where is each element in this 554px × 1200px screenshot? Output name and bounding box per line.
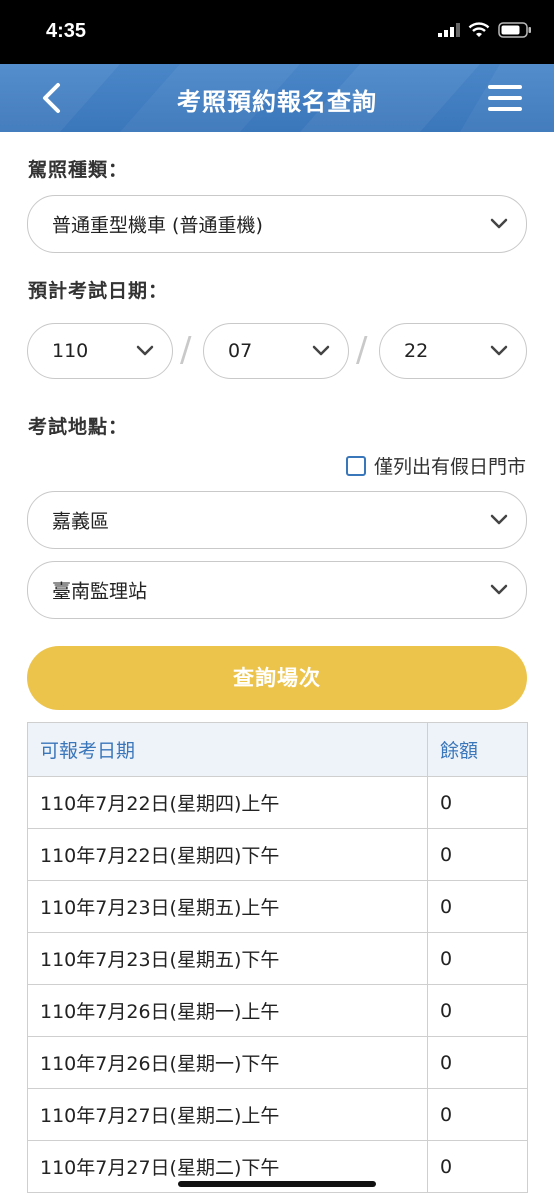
license-type-value: 普通重型機車 (普通重機) <box>52 214 263 237</box>
station-select[interactable]: 臺南監理站 <box>27 561 527 619</box>
checkbox-icon[interactable] <box>345 455 366 476</box>
table-row: 110年7月23日(星期五)上午 0 <box>27 880 528 933</box>
station-value: 臺南監理站 <box>52 580 148 603</box>
chevron-down-icon <box>136 345 154 356</box>
wifi-icon <box>468 22 490 37</box>
chevron-down-icon <box>490 218 508 229</box>
navigation-bar: 考照預約報名查詢 <box>0 64 554 132</box>
hamburger-menu-icon <box>488 85 522 111</box>
status-icons <box>438 22 532 38</box>
session-date: 110年7月26日(星期一)下午 <box>27 1036 428 1089</box>
session-quota: 0 <box>427 776 528 829</box>
session-date: 110年7月22日(星期四)上午 <box>27 776 428 829</box>
table-row: 110年7月27日(星期二)上午 0 <box>27 1088 528 1141</box>
page-title: 考照預約報名查詢 <box>177 88 377 116</box>
session-quota: 0 <box>427 1036 528 1089</box>
exam-location-label: 考試地點： <box>28 416 129 438</box>
status-bar: 4:35 <box>0 0 554 64</box>
session-date: 110年7月26日(星期一)上午 <box>27 984 428 1037</box>
exam-day-value: 22 <box>404 340 429 362</box>
license-type-select[interactable]: 普通重型機車 (普通重機) <box>27 195 527 253</box>
chevron-down-icon <box>490 345 508 356</box>
table-row: 110年7月26日(星期一)上午 0 <box>27 984 528 1037</box>
column-header-date: 可報考日期 <box>27 722 428 777</box>
session-quota: 0 <box>427 984 528 1037</box>
session-date: 110年7月27日(星期二)上午 <box>27 1088 428 1141</box>
table-row: 110年7月26日(星期一)下午 0 <box>27 1036 528 1089</box>
table-row: 110年7月23日(星期五)下午 0 <box>27 932 528 985</box>
search-sessions-button[interactable]: 查詢場次 <box>27 646 527 710</box>
exam-year-select[interactable]: 110 <box>27 323 173 379</box>
license-type-label: 駕照種類： <box>28 159 129 181</box>
date-separator: / <box>356 330 368 370</box>
table-row: 110年7月22日(星期四)上午 0 <box>27 776 528 829</box>
table-row: 110年7月22日(星期四)下午 0 <box>27 828 528 881</box>
exam-month-value: 07 <box>228 340 253 362</box>
status-time: 4:35 <box>46 20 87 42</box>
chevron-down-icon <box>490 514 508 525</box>
holiday-only-toggle[interactable]: 僅列出有假日門市 <box>345 452 526 479</box>
chevron-down-icon <box>490 584 508 595</box>
signal-icon <box>438 23 460 37</box>
exam-date-label: 預計考試日期： <box>28 280 169 302</box>
menu-button[interactable] <box>486 82 526 114</box>
battery-icon <box>498 22 531 38</box>
holiday-only-label: 僅列出有假日門市 <box>373 456 526 478</box>
home-indicator[interactable] <box>178 1181 376 1187</box>
session-quota: 0 <box>427 1140 528 1193</box>
session-quota: 0 <box>427 932 528 985</box>
session-quota: 0 <box>427 828 528 881</box>
session-date: 110年7月23日(星期五)下午 <box>27 932 428 985</box>
session-quota: 0 <box>427 1088 528 1141</box>
district-select[interactable]: 嘉義區 <box>27 491 527 549</box>
district-value: 嘉義區 <box>52 510 110 533</box>
session-date: 110年7月22日(星期四)下午 <box>27 828 428 881</box>
column-header-quota: 餘額 <box>427 722 528 777</box>
table-header-row: 可報考日期 餘額 <box>27 722 528 777</box>
session-quota: 0 <box>427 880 528 933</box>
date-separator: / <box>180 330 192 370</box>
exam-day-select[interactable]: 22 <box>379 323 527 379</box>
exam-year-value: 110 <box>52 340 89 362</box>
chevron-down-icon <box>312 345 330 356</box>
session-date: 110年7月23日(星期五)上午 <box>27 880 428 933</box>
results-table: 可報考日期 餘額 110年7月22日(星期四)上午 0 110年7月22日(星期四… <box>27 722 528 1193</box>
exam-month-select[interactable]: 07 <box>203 323 349 379</box>
